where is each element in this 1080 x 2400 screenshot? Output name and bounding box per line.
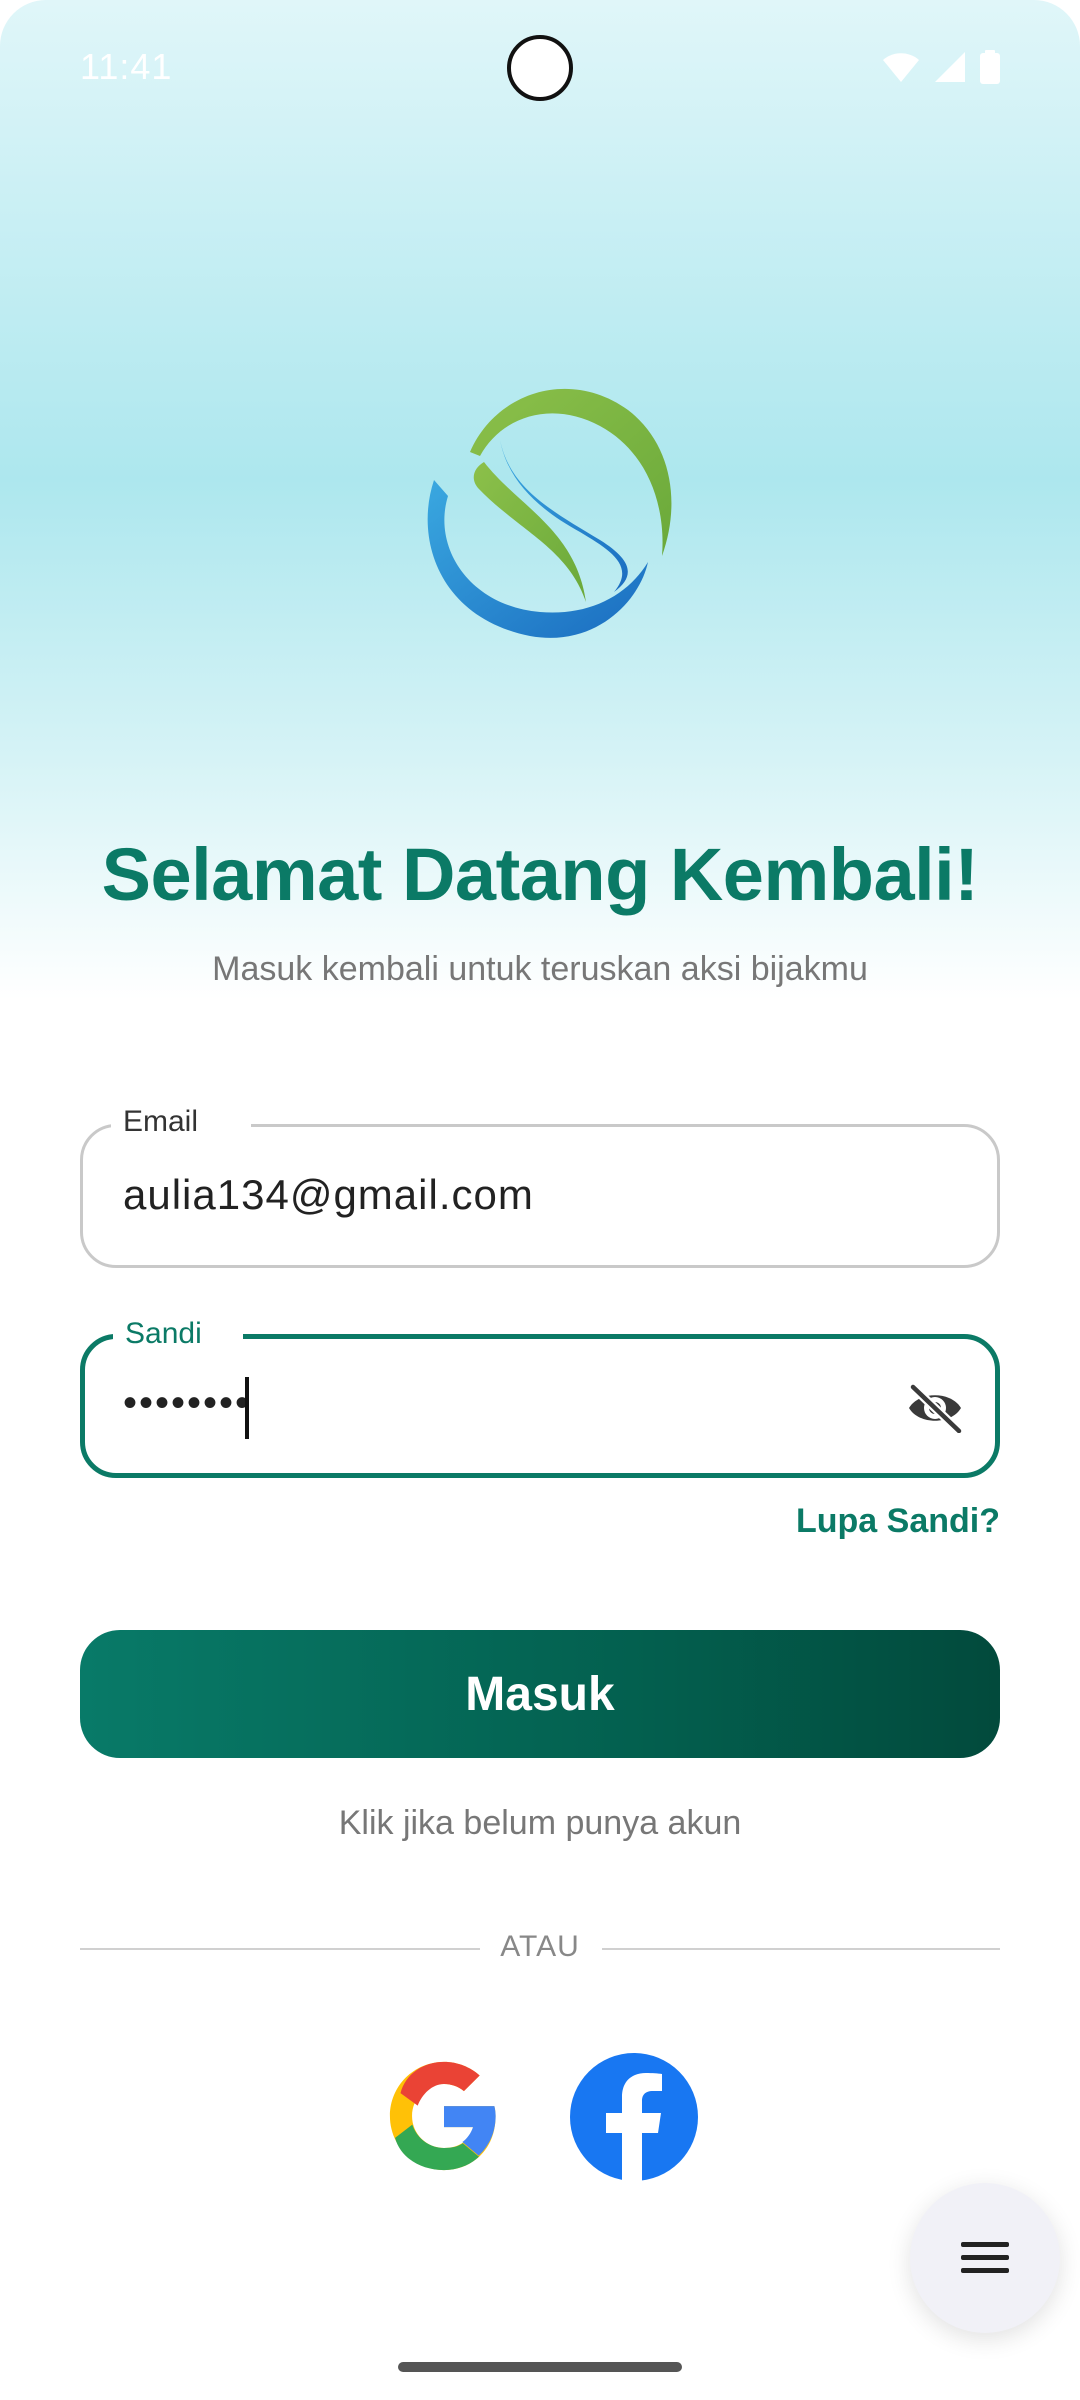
password-label: Sandi — [125, 1317, 202, 1350]
facebook-login-button[interactable] — [570, 2053, 698, 2181]
login-button[interactable]: Masuk — [80, 1630, 1000, 1758]
login-screen: 11:41 Selamat Datang Kembali! Masuk kemb… — [0, 0, 1080, 2400]
email-field[interactable]: Email aulia134@gmail.com — [80, 1105, 1000, 1268]
divider-line-right — [602, 1948, 1000, 1950]
battery-icon — [980, 50, 1000, 84]
wifi-icon — [883, 53, 919, 82]
password-field[interactable]: Sandi •••••••• — [80, 1317, 1000, 1478]
home-indicator[interactable] — [398, 2362, 682, 2372]
forgot-password-link[interactable]: Lupa Sandi? — [796, 1502, 1000, 1541]
status-time: 11:41 — [80, 46, 173, 87]
front-camera — [507, 35, 573, 101]
menu-button[interactable] — [910, 2183, 1060, 2333]
s-leaf-logo — [427, 388, 672, 638]
register-link[interactable]: Klik jika belum punya akun — [0, 1804, 1080, 1843]
email-value[interactable]: aulia134@gmail.com — [123, 1171, 534, 1219]
text-caret — [245, 1377, 249, 1439]
page-title: Selamat Datang Kembali! — [101, 833, 979, 916]
email-label: Email — [123, 1105, 199, 1138]
google-login-button[interactable] — [385, 2057, 503, 2175]
password-value[interactable]: •••••••• — [123, 1381, 251, 1426]
status-icons — [882, 50, 1000, 84]
signal-icon — [935, 52, 965, 82]
page-subtitle: Masuk kembali untuk teruskan aksi bijakm… — [212, 950, 868, 988]
divider-label: ATAU — [500, 1930, 580, 1963]
eye-off-icon[interactable] — [905, 1383, 965, 1433]
menu-icon — [961, 2242, 1009, 2273]
